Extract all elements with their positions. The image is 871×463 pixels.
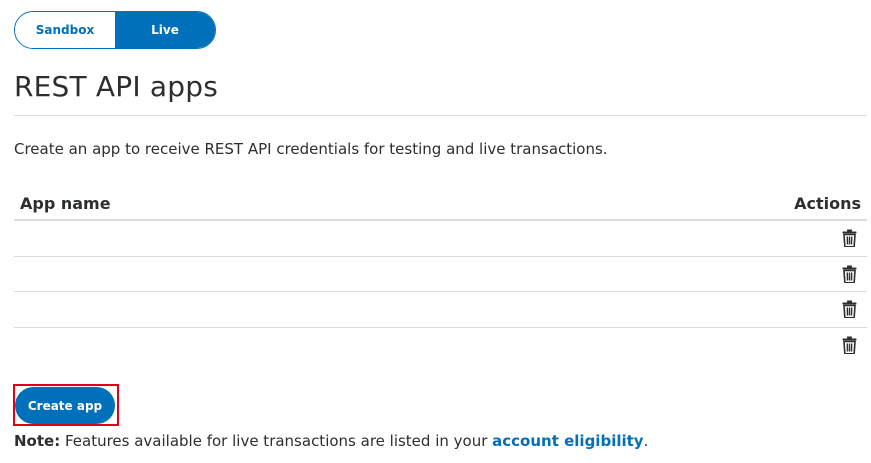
page-description: Create an app to receive REST API creden…: [14, 140, 608, 158]
trash-icon: [842, 229, 856, 248]
trash-icon: [842, 336, 856, 355]
account-eligibility-link[interactable]: account eligibility: [492, 432, 643, 450]
environment-toggle: Sandbox Live: [14, 11, 216, 49]
title-divider: [14, 115, 867, 116]
app-name-cell[interactable]: [20, 231, 40, 245]
table-row: [14, 292, 867, 328]
table-row: [14, 328, 867, 364]
table-header: App name Actions: [14, 188, 867, 221]
delete-app-button[interactable]: [839, 227, 859, 249]
delete-app-button[interactable]: [839, 263, 859, 285]
page-title: REST API apps: [14, 70, 219, 103]
table-row: [14, 221, 867, 257]
note-trailing: .: [643, 432, 649, 450]
note-text: Features available for live transactions…: [60, 432, 493, 450]
eligibility-note: Note: Features available for live transa…: [14, 432, 648, 450]
trash-icon: [842, 300, 856, 319]
table-row: [14, 257, 867, 292]
column-header-actions: Actions: [794, 194, 861, 213]
app-name-cell[interactable]: [20, 302, 40, 316]
sandbox-toggle-button[interactable]: Sandbox: [15, 12, 115, 48]
live-toggle-button[interactable]: Live: [115, 12, 215, 48]
app-name-cell[interactable]: [20, 338, 40, 352]
apps-table: App name Actions: [14, 188, 867, 363]
delete-app-button[interactable]: [839, 298, 859, 320]
note-label: Note:: [14, 432, 61, 450]
column-header-app-name: App name: [20, 194, 111, 213]
app-name-cell[interactable]: [20, 267, 40, 281]
create-app-button[interactable]: Create app: [15, 387, 115, 424]
delete-app-button[interactable]: [839, 334, 859, 356]
trash-icon: [842, 265, 856, 283]
